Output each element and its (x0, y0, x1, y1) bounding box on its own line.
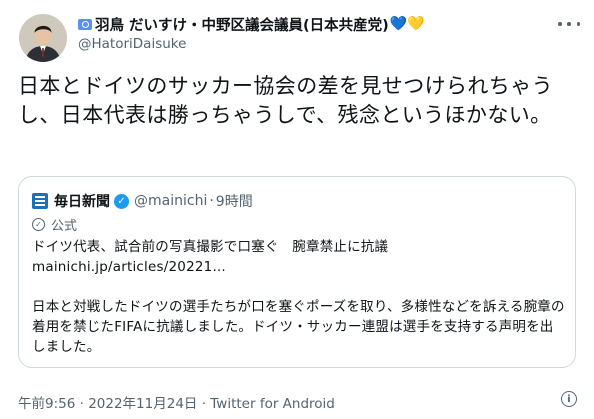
un-flag-icon (78, 18, 92, 30)
quoted-tweet-card[interactable]: 毎日新聞 ✓ @mainichi · 9時間 ✓ 公式 ドイツ代表、試合前の写真… (18, 176, 576, 368)
author-name[interactable]: 羽鳥 だいすけ・中野区議会議員(日本共産党) (95, 14, 389, 35)
newspaper-logo-icon (32, 193, 48, 209)
quoted-link[interactable]: mainichi.jp/articles/20221... (32, 257, 567, 277)
avatar-photo (19, 14, 67, 62)
official-label: 公式 (51, 219, 78, 234)
check-circle-icon: ✓ (32, 218, 45, 231)
verified-icon: ✓ (114, 193, 129, 209)
tweet-metadata[interactable]: 午前9:56 · 2022年11月24日 · Twitter for Andro… (18, 392, 335, 412)
official-badge: ✓ 公式 (32, 215, 77, 234)
quoted-author-handle: @mainichi (134, 193, 208, 209)
quoted-headline: ドイツ代表、試合前の写真撮影で口塞ぐ 腕章禁止に抗議 (32, 239, 389, 255)
more-icon[interactable] (558, 14, 580, 34)
quoted-text: 日本と対戦したドイツの選手たちが口を塞ぐポーズを取り、多様性などを訴える腕章の着… (32, 299, 565, 355)
avatar[interactable] (19, 14, 67, 62)
author-name-row[interactable]: 羽鳥 だいすけ・中野区議会議員(日本共産党) 💙💛 (78, 13, 425, 35)
hearts-emoji: 💙💛 (389, 16, 425, 32)
quoted-author-name: 毎日新聞 (54, 194, 110, 210)
quoted-tweet-body: ドイツ代表、試合前の写真撮影で口塞ぐ 腕章禁止に抗議 mainichi.jp/a… (32, 237, 567, 357)
tweet-text: 日本とドイツのサッカー協会の差を見せつけられちゃうし、日本代表は勝っちゃうしで、… (18, 74, 553, 127)
quoted-tweet-header: 毎日新聞 ✓ @mainichi · 9時間 (32, 191, 253, 211)
info-icon[interactable]: i (561, 391, 577, 407)
quoted-timestamp: 9時間 (215, 194, 253, 210)
quoted-separator: · (209, 193, 214, 209)
author-handle[interactable]: @HatoriDaisuke (78, 36, 186, 52)
